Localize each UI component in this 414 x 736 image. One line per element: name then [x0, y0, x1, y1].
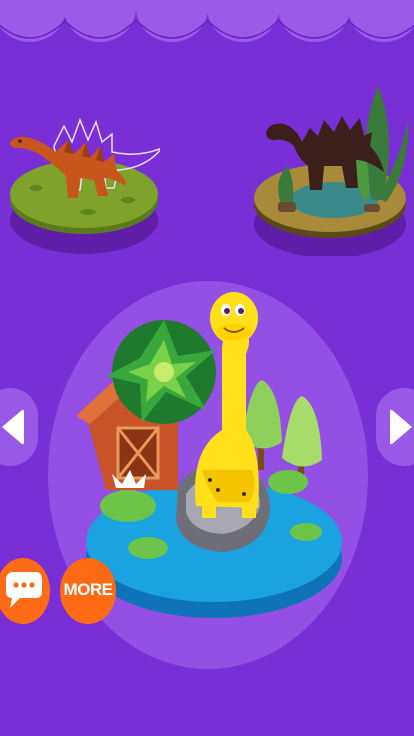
previous-level-button[interactable] — [0, 388, 38, 466]
scallop-border — [0, 0, 414, 42]
next-level-button[interactable] — [376, 388, 414, 466]
stegosaurus-island-art — [10, 117, 163, 254]
more-button[interactable]: MORE — [60, 558, 116, 624]
more-button-label: MORE — [63, 580, 114, 599]
triangle-right-icon — [390, 409, 412, 445]
chat-button[interactable] — [0, 558, 50, 624]
level-stegosaurus-island[interactable] — [8, 108, 163, 256]
speech-bubble-icon — [6, 572, 42, 608]
level-silhouette-island[interactable] — [252, 80, 409, 258]
triangle-left-icon — [2, 409, 24, 445]
silhouette-island-art — [254, 86, 409, 258]
